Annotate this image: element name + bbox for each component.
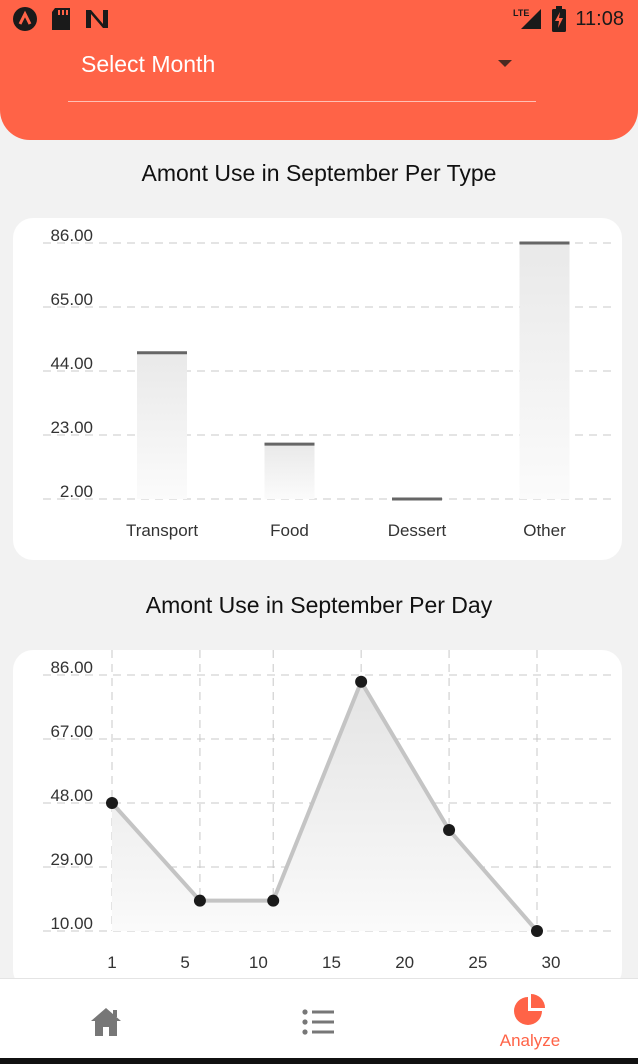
bottom-nav: Analyze bbox=[0, 978, 638, 1064]
bar bbox=[137, 352, 187, 499]
day-chart-title: Amont Use in September Per Day bbox=[145, 592, 493, 618]
x-tick-label: 15 bbox=[322, 953, 341, 972]
battery-charging-icon bbox=[552, 6, 567, 32]
y-tick-label: 29.00 bbox=[50, 850, 93, 869]
y-tick-label: 10.00 bbox=[50, 914, 93, 933]
y-tick-label: 2.00 bbox=[60, 482, 93, 501]
data-point bbox=[106, 797, 118, 809]
x-tick-label: 20 bbox=[395, 953, 414, 972]
x-category-label: Food bbox=[270, 521, 309, 540]
status-bar: LTE 11:08 bbox=[0, 0, 638, 38]
network-label: LTE bbox=[513, 8, 529, 18]
home-icon bbox=[91, 1008, 121, 1036]
caret-down-icon bbox=[498, 60, 512, 67]
y-tick-label: 48.00 bbox=[50, 786, 93, 805]
y-tick-label: 86.00 bbox=[50, 658, 93, 677]
signal-icon: LTE bbox=[513, 8, 542, 29]
list-icon bbox=[302, 1009, 334, 1035]
system-nav-bar bbox=[0, 1058, 638, 1064]
type-bar-chart: 86.00 65.00 44.00 23.00 2.00 Transport Food Des… bbox=[43, 226, 613, 540]
month-select[interactable]: Select Month bbox=[68, 44, 536, 102]
x-tick-label: 25 bbox=[468, 953, 487, 972]
y-tick-label: 44.00 bbox=[50, 354, 93, 373]
x-tick-label: 1 bbox=[107, 953, 116, 972]
area-fill bbox=[112, 681, 537, 931]
header: LTE 11:08 Select Month bbox=[0, 0, 638, 140]
y-tick-label: 86.00 bbox=[50, 226, 93, 245]
bar bbox=[264, 444, 315, 499]
data-point bbox=[443, 823, 456, 836]
y-tick-label: 65.00 bbox=[50, 290, 93, 309]
x-category-label: Transport bbox=[126, 521, 198, 540]
data-point bbox=[531, 925, 543, 937]
nav-list[interactable] bbox=[212, 979, 424, 1064]
y-tick-label: 67.00 bbox=[50, 722, 93, 741]
day-line-chart: 86.0067.0048.0029.0010.001 5 10 15 20 25 30 bbox=[43, 650, 613, 972]
type-chart-card: 86.00 65.00 44.00 23.00 2.00 Transport Food Des… bbox=[13, 218, 622, 560]
x-tick-label: 30 bbox=[542, 953, 561, 972]
pie-chart-icon bbox=[514, 994, 545, 1025]
nav-analyze-label: Analyze bbox=[499, 1031, 561, 1050]
month-select-label: Select Month bbox=[81, 51, 216, 77]
bar bbox=[519, 243, 570, 499]
app-icon bbox=[13, 7, 37, 31]
nav-analyze[interactable]: Analyze bbox=[424, 979, 636, 1064]
x-tick-label: 10 bbox=[249, 953, 268, 972]
y-tick-label: 23.00 bbox=[50, 418, 93, 437]
day-chart-card: 86.00 67.00 48.00 29.00 10.00 1 5 10 15 20 25 30 bbox=[13, 650, 622, 990]
nav-home[interactable] bbox=[0, 979, 212, 1064]
type-chart-title: Amont Use in September Per Type bbox=[141, 160, 497, 186]
x-category-label: Other bbox=[523, 521, 566, 540]
data-point bbox=[355, 675, 368, 688]
x-tick-label: 5 bbox=[180, 953, 189, 972]
x-category-label: Dessert bbox=[388, 521, 447, 540]
n-logo-icon bbox=[86, 10, 108, 28]
data-point bbox=[267, 894, 280, 907]
sd-card-icon bbox=[52, 8, 70, 30]
data-point bbox=[193, 894, 206, 907]
status-time: 11:08 bbox=[575, 7, 624, 30]
